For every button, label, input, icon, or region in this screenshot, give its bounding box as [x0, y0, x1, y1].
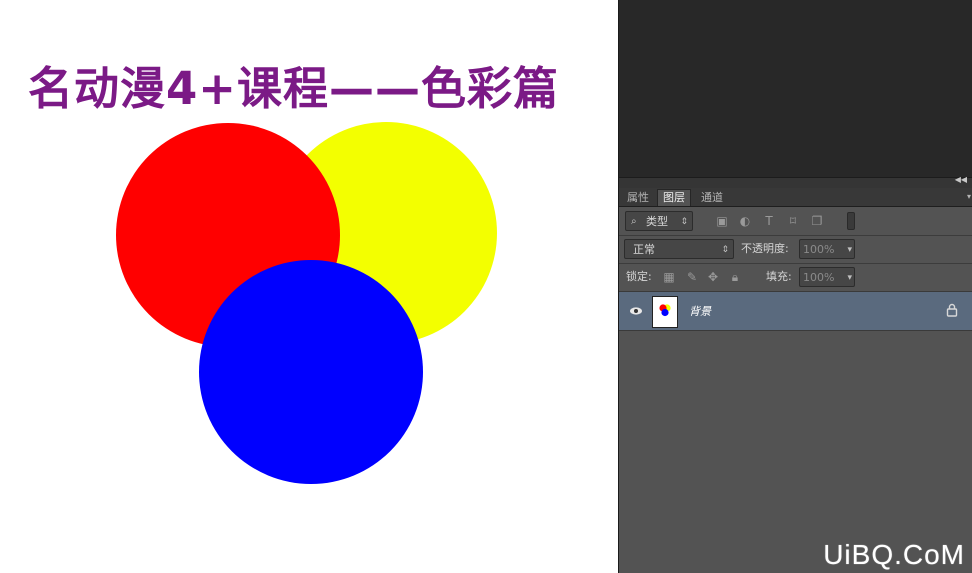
tab-layers[interactable]: 图层	[657, 189, 691, 206]
layer-lock-icon	[946, 303, 958, 317]
lock-fill-row: 锁定: ▦ ✎ ✥ 🔒︎ 填充: 100% ▾	[619, 263, 972, 292]
tab-properties[interactable]: 属性	[622, 190, 654, 206]
lock-label: 锁定:	[626, 270, 652, 283]
fill-label: 填充:	[766, 270, 792, 283]
chevron-updown-icon: ⇕	[721, 245, 729, 255]
panel-tab-bar: 属性 图层 通道 ▾	[619, 188, 972, 207]
collapse-arrows-icon[interactable]: ◀◀	[955, 175, 967, 184]
panel-menu-icon[interactable]: ▾	[967, 192, 971, 201]
filter-toggle-switch[interactable]	[847, 212, 855, 230]
tab-channels[interactable]: 通道	[696, 190, 728, 206]
shape-layer-filter-icon[interactable]: ⌑	[786, 214, 800, 228]
layer-filter-label: 类型	[646, 215, 668, 228]
blend-opacity-row: 正常 ⇕ 不透明度: 100% ▾	[619, 235, 972, 264]
opacity-input[interactable]: 100% ▾	[799, 239, 855, 259]
filter-row: ⌕ 类型 ⇕ ▣ ◐ T ⌑ ❐	[619, 207, 972, 236]
type-layer-filter-icon[interactable]: T	[762, 214, 776, 228]
chevron-down-icon[interactable]: ▾	[847, 240, 852, 260]
document-canvas[interactable]: 名动漫4+课程——色彩篇	[0, 0, 618, 573]
watermark-text: UiBQ.CoM	[823, 539, 965, 570]
chevron-updown-icon: ⇕	[680, 217, 688, 227]
layers-panel-dock: ◀◀ 属性 图层 通道 ▾ ⌕ 类型 ⇕ ▣ ◐ T ⌑ ❐ 正常 ⇕ 不透明度…	[618, 0, 972, 573]
lock-image-pixels-brush-icon[interactable]: ✎	[685, 270, 699, 284]
layer-row-background[interactable]: 背景	[619, 291, 972, 331]
layer-filter-select[interactable]: ⌕ 类型 ⇕	[625, 211, 693, 231]
layer-thumbnail[interactable]	[652, 296, 678, 328]
blue-circle	[199, 260, 423, 484]
layer-name[interactable]: 背景	[689, 303, 711, 319]
blend-mode-value: 正常	[633, 243, 655, 256]
lock-all-icon[interactable]: 🔒︎	[728, 270, 742, 284]
thumbnail-preview	[659, 304, 671, 317]
lock-position-move-icon[interactable]: ✥	[706, 270, 720, 284]
fill-value: 100%	[803, 271, 835, 284]
panel-collapse-bar[interactable]: ◀◀	[619, 175, 972, 188]
pixel-layer-filter-icon[interactable]: ▣	[715, 214, 729, 228]
fill-input[interactable]: 100% ▾	[799, 267, 855, 287]
artwork-circles	[116, 122, 497, 484]
blend-mode-select[interactable]: 正常 ⇕	[624, 239, 734, 259]
lock-transparent-pixels-icon[interactable]: ▦	[662, 270, 676, 284]
chevron-down-icon[interactable]: ▾	[847, 268, 852, 288]
opacity-value: 100%	[803, 243, 835, 256]
visibility-eye-icon[interactable]	[627, 302, 645, 320]
adjustment-layer-filter-icon[interactable]: ◐	[738, 214, 752, 228]
layers-panel-body: ⌕ 类型 ⇕ ▣ ◐ T ⌑ ❐ 正常 ⇕ 不透明度: 100% ▾ 锁定: ▦…	[619, 207, 972, 573]
search-icon: ⌕	[631, 216, 637, 227]
opacity-label: 不透明度:	[741, 242, 789, 255]
smart-object-filter-icon[interactable]: ❐	[810, 214, 824, 228]
